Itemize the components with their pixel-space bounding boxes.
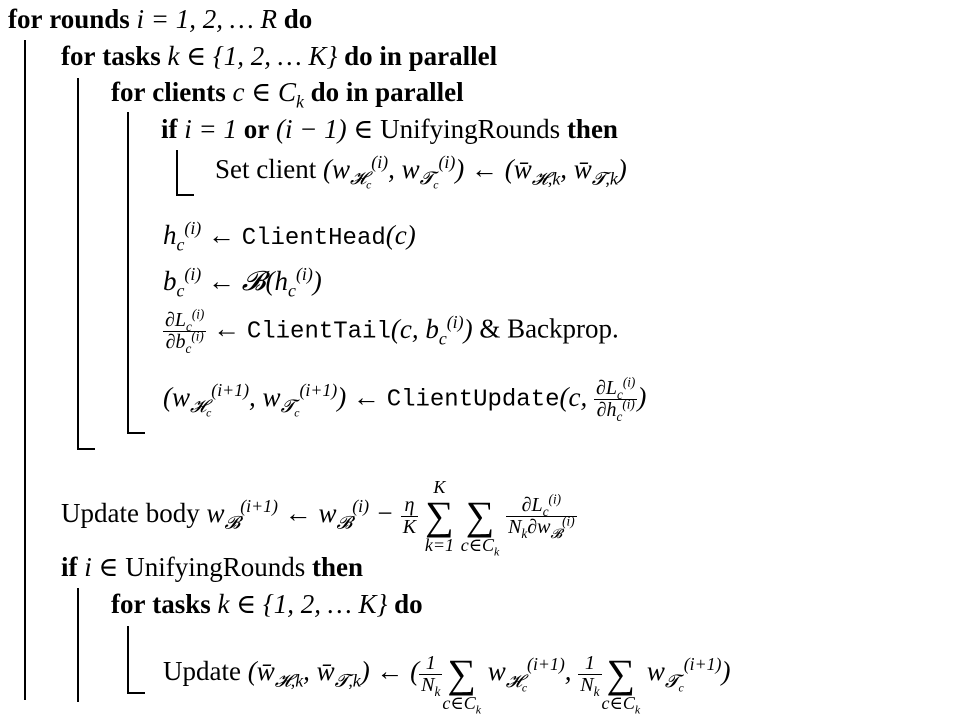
- sum-over-clients: ∑ c∈Ck: [442, 651, 481, 717]
- head-expression: hc(i) ←: [163, 218, 242, 255]
- clients-condition: c ∈ Ck: [232, 77, 304, 112]
- update-body-text: Update body: [61, 498, 200, 529]
- line-for-clients: for clients c ∈ Ck do in parallel: [111, 77, 464, 112]
- update-body-expression: w𝓑(i+1) ← w𝓑(i) − ηK K ∑ k=1 ∑ c∈Ck ∂Lc(i) N…: [206, 477, 577, 559]
- body-func: 𝓑: [241, 266, 266, 297]
- sum-over-clients: ∑ c∈Ck: [460, 493, 500, 559]
- line-if-in-unifying: if i ∈ UnifyingRounds then: [61, 554, 363, 581]
- keyword-for: for: [111, 77, 146, 107]
- keyword-do-in-parallel: do in parallel: [344, 41, 498, 71]
- keyword-then: then: [312, 552, 364, 582]
- arrow: ←: [213, 313, 241, 344]
- keyword-or: or: [243, 114, 270, 144]
- client-tail-func: ClientTail: [246, 318, 391, 346]
- keyword-for: for: [111, 589, 146, 619]
- keyword-for: for: [8, 4, 43, 34]
- block-bar-if-first-end: [176, 194, 194, 196]
- line-client-head: hc(i) ← ClientHead(c): [163, 218, 416, 255]
- keyword-rounds: rounds: [49, 4, 130, 34]
- grad-l-w-fraction: ∂Lc(i) Nk∂w𝓑(i): [506, 490, 577, 541]
- set-client-expression: (w𝓗c(i), w𝓣c(i)) ← (w̄𝓗,k, w̄𝓣,k): [322, 152, 627, 192]
- update-args: (c, ∂Lc(i) ∂hc(i)): [559, 374, 647, 424]
- line-client-update: (w𝓗c(i+1), w𝓣c(i+1)) ← ClientUpdate(c, ∂…: [163, 374, 647, 424]
- sum-over-clients: ∑ c∈Ck: [601, 651, 641, 717]
- line-if-unifying: if i = 1 or (i − 1) ∈ UnifyingRounds the…: [161, 116, 618, 143]
- backprop-text: & Backprop.: [479, 313, 619, 344]
- update-lhs: (w𝓗c(i+1), w𝓣c(i+1)) ←: [163, 379, 387, 420]
- eta-over-k-fraction: ηK: [400, 493, 419, 538]
- line-for-rounds: for rounds i = 1, 2, … R do: [8, 6, 312, 33]
- cond-first-round: i = 1: [184, 114, 237, 144]
- block-bar-unify: [77, 588, 79, 702]
- keyword-if: if: [61, 552, 78, 582]
- update-global-expression: (w̄𝓗,k, w̄𝓣,k) ← (1 Nk ∑ c∈Ck w𝓗c(i+1), 1N…: [248, 652, 731, 716]
- rounds-condition: i = 1, 2, … R: [136, 4, 278, 34]
- client-head-func: ClientHead: [241, 225, 386, 252]
- line-client-tail: ∂Lc(i) ∂bc(i) ← ClientTail(c, bc(i)) & Ba…: [163, 306, 619, 356]
- cond-in-unifying: i ∈: [84, 552, 119, 582]
- block-bar-if-first: [176, 150, 178, 196]
- keyword-if: if: [161, 114, 178, 144]
- one-over-nk-fraction: 1 Nk: [419, 651, 443, 699]
- keyword-tasks: tasks: [152, 589, 211, 619]
- keyword-do: do: [283, 4, 313, 34]
- client-update-func: ClientUpdate: [386, 386, 560, 414]
- block-bar-tasks-end: [77, 448, 95, 450]
- body-args: (hc(i)): [265, 264, 322, 301]
- block-bar-rounds: [24, 40, 26, 700]
- block-bar-unify-tasks-end: [127, 692, 145, 694]
- set-client-text: Set client: [215, 154, 317, 184]
- cond-after-unify: (i − 1) ∈: [275, 114, 374, 144]
- block-bar-clients: [127, 112, 129, 434]
- line-for-tasks: for tasks k ∈ {1, 2, … K} do in parallel: [61, 43, 497, 70]
- line-update-body: Update body w𝓑(i+1) ← w𝓑(i) − ηK K ∑ k=1 ∑…: [61, 477, 577, 559]
- update-global-text: Update: [163, 656, 241, 687]
- tail-args: (c, bc(i)): [390, 311, 473, 349]
- sum-over-tasks: K ∑ k=1: [424, 477, 454, 555]
- line-update-global: Update (w̄𝓗,k, w̄𝓣,k) ← (1 Nk ∑ c∈Ck w𝓗c(i…: [163, 636, 731, 716]
- set-unifying-rounds: UnifyingRounds: [125, 552, 306, 582]
- line-set-client: Set client (w𝓗c(i), w𝓣c(i)) ← (w̄𝓗,k, w̄…: [215, 152, 627, 192]
- keyword-do-in-parallel: do in parallel: [310, 77, 464, 107]
- line-for-tasks-unify: for tasks k ∈ {1, 2, … K} do: [111, 591, 423, 618]
- set-unifying-rounds: UnifyingRounds: [380, 114, 561, 144]
- keyword-for: for: [61, 41, 96, 71]
- grad-l-b-fraction: ∂Lc(i) ∂bc(i): [163, 306, 207, 356]
- keyword-clients: clients: [152, 77, 226, 107]
- one-over-nk-fraction: 1 Nk: [578, 651, 602, 699]
- head-args: (c): [385, 220, 416, 250]
- block-bar-tasks: [77, 78, 79, 450]
- block-bar-clients-end: [127, 432, 145, 434]
- keyword-do: do: [394, 589, 423, 619]
- keyword-tasks: tasks: [102, 41, 161, 71]
- body-expression: bc(i) ←: [163, 264, 242, 301]
- grad-l-h-fraction: ∂Lc(i) ∂hc(i): [594, 374, 638, 424]
- line-body-map: bc(i) ← 𝓑(hc(i)): [163, 264, 322, 301]
- block-bar-unify-tasks: [127, 626, 129, 694]
- tasks-condition: k ∈ {1, 2, … K}: [167, 41, 338, 71]
- tasks-condition: k ∈ {1, 2, … K}: [217, 589, 388, 619]
- keyword-then: then: [566, 114, 618, 144]
